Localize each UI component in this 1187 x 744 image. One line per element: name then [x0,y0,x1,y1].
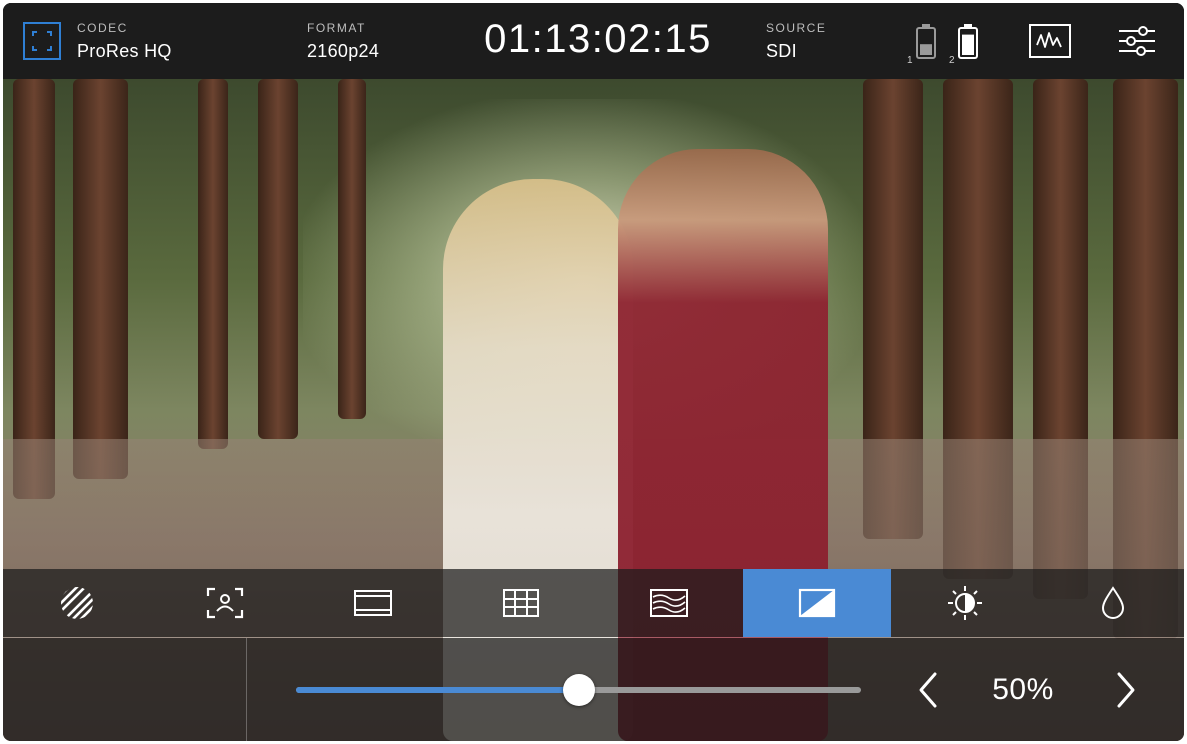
level-slider[interactable] [296,674,861,706]
format-info[interactable]: FORMAT 2160p24 [307,21,379,62]
battery-slot-number: 2 [949,55,955,66]
slider-thumb[interactable] [562,674,595,706]
codec-info[interactable]: CODEC ProRes HQ [77,21,172,62]
tool-grids[interactable] [447,569,595,637]
format-value: 2160p24 [307,41,380,61]
battery-slot-number: 1 [907,55,913,66]
focus-assist-icon [206,587,244,619]
tool-brightness[interactable] [891,569,1039,637]
panel-separator [246,638,247,741]
tool-lut[interactable] [743,569,891,637]
frame-guides-icon [354,590,392,616]
corner-brackets-icon [32,31,52,51]
battery-1[interactable]: 1 [907,23,937,66]
monitor-screen: CODEC ProRes HQ FORMAT 2160p24 01:13:02:… [3,3,1184,741]
zebra-icon [61,587,93,619]
tree-trunk [258,79,298,439]
chevron-right-icon [1117,672,1135,708]
tool-saturation[interactable] [1039,569,1184,637]
source-label: SOURCE [766,21,827,35]
brightness-icon [948,586,982,620]
saturation-drop-icon [1101,586,1125,619]
tool-false-color[interactable] [595,569,743,637]
format-label: FORMAT [307,21,366,35]
codec-label: CODEC [77,21,128,35]
tool-control-panel: 50% [3,638,1184,741]
tool-bar [3,569,1184,637]
next-value-button[interactable] [1111,670,1141,710]
chevron-left-icon [919,672,937,708]
status-bar: CODEC ProRes HQ FORMAT 2160p24 01:13:02:… [3,3,1184,79]
previous-value-button[interactable] [913,670,943,710]
codec-frame-icon[interactable] [23,22,61,60]
tool-zebra[interactable] [3,569,151,637]
settings-sliders-icon [1119,26,1155,56]
source-value: SDI [766,41,797,61]
tool-frame-guides[interactable] [299,569,447,637]
tree-trunk [338,79,366,419]
source-info[interactable]: SOURCE SDI [766,21,826,62]
slider-fill [296,687,579,693]
tree-trunk [198,79,228,449]
lut-icon [798,588,836,618]
tool-focus-assist[interactable] [151,569,299,637]
value-readout: 50% [992,673,1054,706]
tree-trunk [73,79,128,479]
codec-value: ProRes HQ [77,41,172,61]
timecode-display[interactable]: 01:13:02:15 [473,17,723,62]
battery-2[interactable]: 2 [949,23,979,66]
settings-button[interactable] [1117,23,1157,64]
waveform-scope-icon [1029,24,1071,58]
tree-trunk [13,79,55,499]
false-color-icon [650,589,688,617]
waveform-scope-button[interactable] [1028,23,1072,64]
grid-icon [503,589,539,617]
battery-icon [916,24,936,59]
battery-icon [958,24,978,59]
